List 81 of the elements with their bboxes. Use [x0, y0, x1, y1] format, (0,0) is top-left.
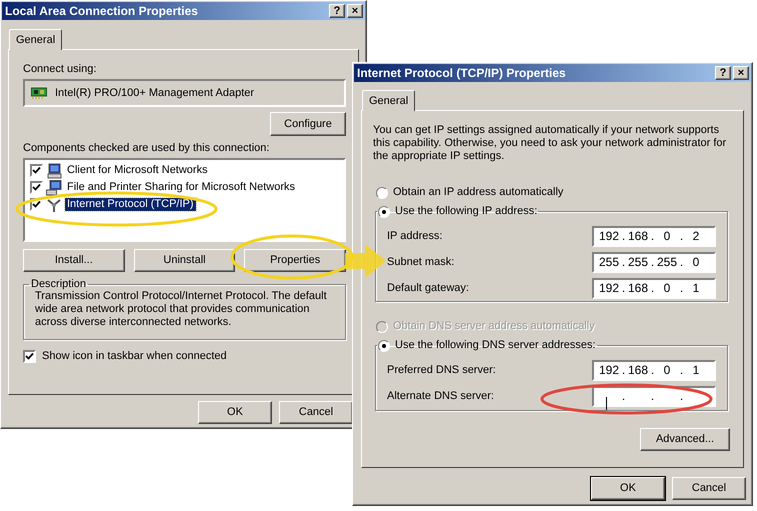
tab[interactable]: General — [362, 90, 416, 111]
radio-label: Obtain DNS server address automatically — [393, 320, 595, 333]
octet-text: 255 — [628, 256, 648, 269]
octet-text: 168 — [628, 230, 648, 243]
dot-separator: . — [678, 282, 684, 295]
window-title: Local Area Connection Properties — [5, 4, 198, 18]
cancel-button[interactable]: Cancel — [672, 477, 746, 500]
ok-button[interactable]: OK — [591, 477, 665, 500]
octet-text: 0 — [664, 282, 670, 295]
octet-text: 192 — [598, 282, 620, 295]
ip-address-field[interactable]: 192 . 168 . 0 . 2 — [592, 226, 716, 247]
dot-separator: . — [678, 230, 684, 243]
dot-separator: . — [650, 256, 656, 269]
close-button[interactable]: × — [347, 4, 363, 18]
dot-separator: . — [650, 230, 656, 243]
computer-printer-icon — [46, 180, 62, 196]
octet-text: 0 — [664, 364, 670, 377]
dot-separator: . — [620, 256, 626, 269]
dot-separator: . — [678, 364, 684, 377]
radio-button[interactable] — [376, 186, 388, 198]
dot-separator: . — [620, 282, 626, 295]
octet-text: 255 — [598, 256, 620, 269]
radio-label: Use the following IP address: — [395, 205, 538, 218]
radio-button[interactable] — [378, 206, 390, 218]
dot-separator: . — [650, 364, 656, 377]
dot-separator: . — [620, 230, 626, 243]
ok-button[interactable]: OK — [198, 401, 272, 424]
help-button[interactable]: ? — [715, 66, 731, 80]
octet-text: 2 — [692, 230, 700, 243]
ip-address-field[interactable]: 192 . 168 . 0 . 1 — [592, 360, 716, 381]
dot-separator: . — [620, 364, 626, 377]
dot-separator: . — [650, 282, 656, 295]
adapter-name: Intel(R) PRO/100+ Management Adapter — [55, 86, 254, 100]
configure-button[interactable]: Configure — [270, 112, 346, 136]
cancel-button[interactable]: Cancel — [279, 401, 353, 424]
checkbox[interactable] — [23, 350, 36, 363]
text-cursor — [606, 396, 607, 410]
description-text: Transmission Control Protocol/Internet Protocol. The default wide area network protocol that provides communication across diverse interconnected networks. — [35, 290, 328, 329]
intro-text: You can get IP settings assigned automatically if your network supports this capability. Otherwise, you need to ask your network administrator for the appropriate IP settings. — [373, 124, 728, 163]
ip-address-field[interactable]: 192 . 168 . 0 . 1 — [592, 278, 716, 299]
computer-icon — [46, 162, 62, 178]
description-label: Description — [30, 278, 88, 291]
checkbox-label: Show icon in taskbar when connected — [42, 350, 227, 363]
connect-using-label: Connect using: — [23, 63, 98, 76]
field-label: Alternate DNS server: — [387, 390, 494, 403]
octet-text: 1 — [692, 282, 700, 295]
octet-text: 0 — [692, 256, 700, 269]
window-title: Internet Protocol (TCP/IP) Properties — [357, 66, 566, 80]
field-label: Subnet mask: — [387, 256, 454, 269]
dot-separator: . — [678, 390, 684, 403]
close-button[interactable]: × — [733, 66, 749, 80]
ip-address-field[interactable]: 255 . 255 . 255 . 0 — [592, 252, 716, 273]
dot-separator: . — [650, 390, 656, 403]
octet-text: 192 — [598, 230, 620, 243]
properties-button[interactable]: Properties — [244, 249, 346, 272]
network-icon — [46, 196, 62, 212]
octet-text: 192 — [598, 364, 620, 377]
list-item[interactable]: File and Printer Sharing for Microsoft Networks — [65, 181, 298, 194]
checkbox[interactable] — [30, 181, 43, 194]
components-label: Components checked are used by this connection: — [23, 142, 270, 155]
field-label: IP address: — [387, 230, 442, 243]
octet-text: 1 — [692, 364, 700, 377]
uninstall-button[interactable]: Uninstall — [134, 249, 236, 272]
octet-text: 255 — [656, 256, 678, 269]
octet-text: 0 — [664, 230, 670, 243]
octet-text: 168 — [628, 364, 648, 377]
list-item[interactable]: Internet Protocol (TCP/IP) — [65, 198, 196, 211]
install-button[interactable]: Install... — [23, 249, 125, 272]
dot-separator: . — [620, 390, 626, 403]
field-label: Preferred DNS server: — [387, 364, 496, 377]
help-button[interactable]: ? — [329, 4, 345, 18]
network-card-icon — [31, 87, 47, 99]
field-label: Default gateway: — [387, 282, 469, 295]
octet-text: 168 — [628, 282, 648, 295]
radio-button[interactable] — [378, 340, 390, 352]
radio-label: Obtain an IP address automatically — [393, 186, 564, 199]
advanced-button[interactable]: Advanced... — [640, 428, 730, 451]
dot-separator: . — [678, 256, 684, 269]
radio-label: Use the following DNS server addresses: — [395, 339, 596, 352]
tab[interactable]: General — [9, 29, 62, 50]
list-item[interactable]: Client for Microsoft Networks — [65, 164, 210, 177]
